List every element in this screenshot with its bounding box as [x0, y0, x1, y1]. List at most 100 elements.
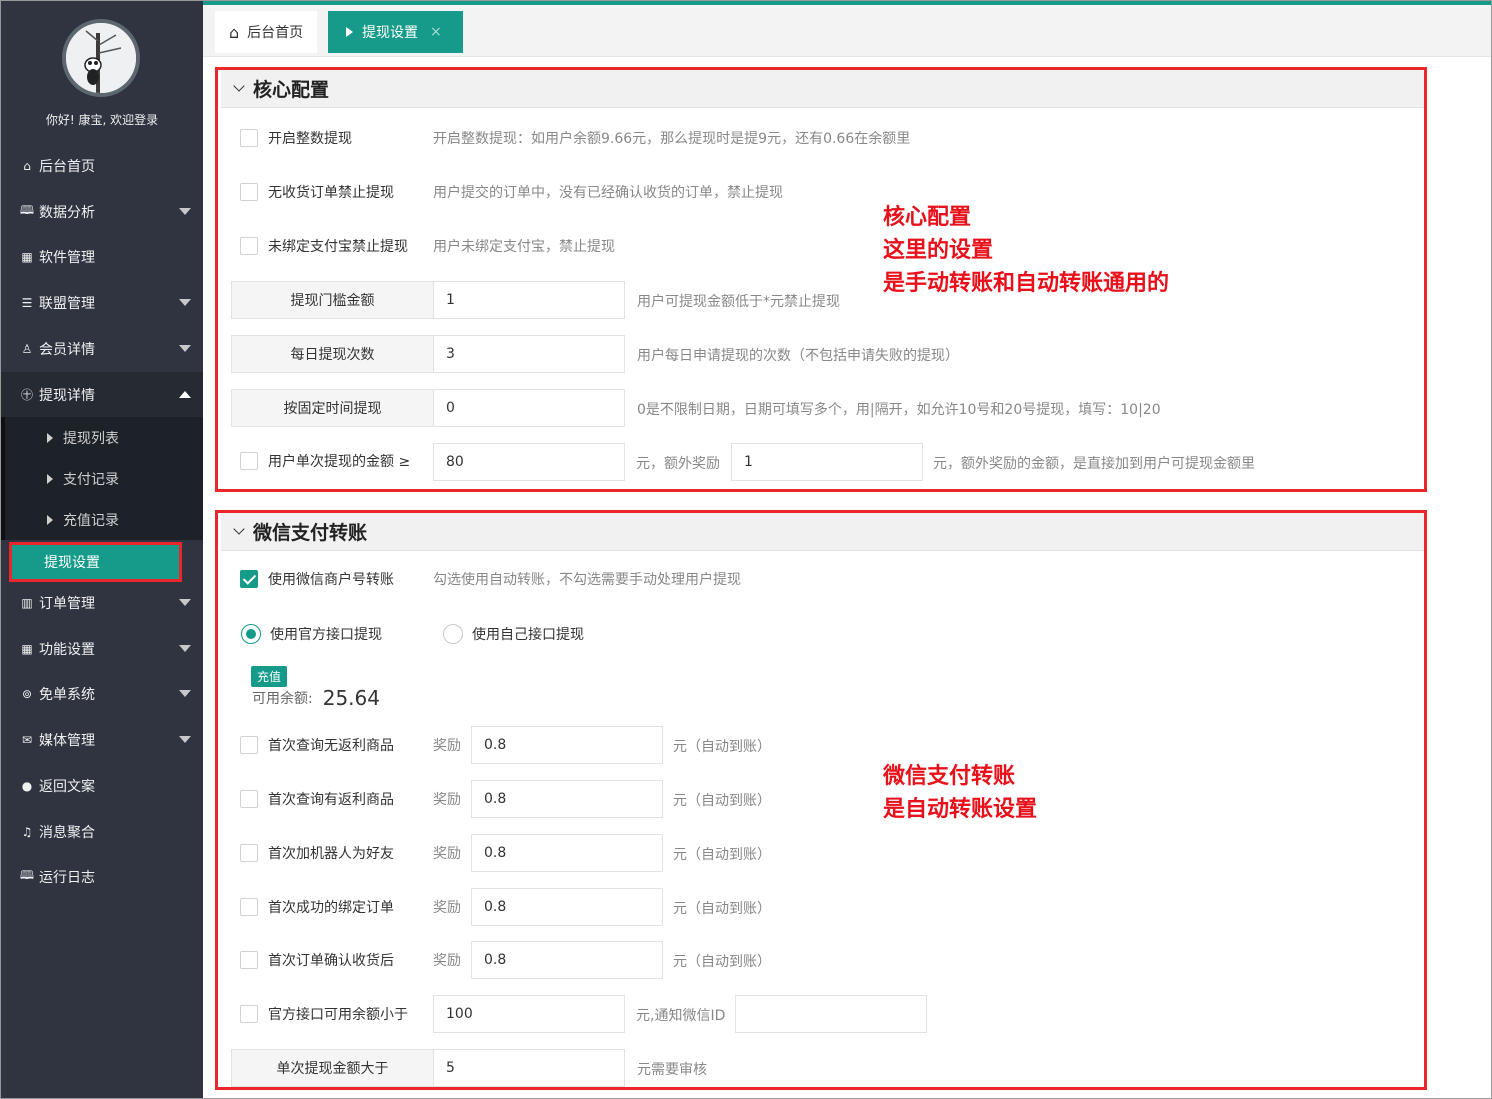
sidebar-item-label: 返回文案 — [39, 778, 95, 795]
field-input[interactable]: 1 — [433, 281, 625, 319]
sidebar-item-label: 消息聚合 — [39, 824, 95, 841]
core-config-header[interactable]: 核心配置 — [221, 70, 1424, 108]
sidebar-item-label: 提现详情 — [39, 387, 95, 404]
reward-prefix: 奖励 — [433, 900, 461, 916]
field-label: 按固定时间提现 — [231, 389, 434, 427]
sidebar-item-10[interactable]: ● 返回文案 — [1, 763, 203, 808]
balance-value: 25.64 — [322, 686, 380, 710]
checkbox[interactable] — [240, 452, 258, 470]
bonus-extra-input[interactable]: 1 — [731, 443, 923, 481]
user-icon: ♙ — [21, 341, 33, 356]
sidebar-item-1[interactable]: 🕮 数据分析 — [1, 189, 203, 234]
annotation-line: 核心配置 — [883, 205, 972, 230]
reward-row: 首次查询无返利商品 奖励 — [240, 736, 461, 754]
sidebar-item-label: 功能设置 — [39, 641, 95, 658]
checkbox[interactable] — [240, 790, 258, 808]
reward-input[interactable]: 0.8 — [471, 941, 663, 979]
recharge-button[interactable]: 充值 — [251, 666, 288, 687]
bonus-label: 用户单次提现的金额 ≥ — [268, 454, 411, 470]
caret-right-icon — [346, 27, 353, 37]
home-icon: ⌂ — [23, 158, 31, 173]
chevron-down-icon — [179, 345, 191, 352]
checkbox[interactable] — [240, 951, 258, 969]
tab-active-label: 提现设置 — [362, 25, 418, 41]
sub-item-withdraw-settings[interactable]: 提现设置 — [9, 542, 182, 582]
checkbox[interactable] — [240, 736, 258, 754]
checkbox[interactable] — [240, 129, 258, 147]
sub-item-0[interactable]: 提现列表 — [9, 417, 207, 458]
checkbox[interactable] — [240, 844, 258, 862]
field-hint: 用户可提现金额低于*元禁止提现 — [637, 294, 840, 310]
radio-official[interactable]: 使用官方接口提现 — [241, 624, 382, 644]
checkbox[interactable] — [240, 183, 258, 201]
checkbox-checked[interactable] — [240, 570, 258, 588]
caret-right-icon — [47, 514, 53, 525]
sidebar-item-7[interactable]: ▦ 功能设置 — [1, 626, 203, 671]
sidebar-item-4[interactable]: ♙ 会员详情 — [1, 326, 203, 371]
radio-own[interactable]: 使用自己接口提现 — [443, 624, 584, 644]
home-icon: ⌂ — [229, 22, 240, 42]
app-frame: 你好! 康宝, 欢迎登录 ⌂ 后台首页 🕮 数据分析 ▦ 软件管理 ☰ 联盟管理 ♙ 会员详情㊉提… — [0, 0, 1492, 1099]
sidebar: 你好! 康宝, 欢迎登录 ⌂ 后台首页 🕮 数据分析 ▦ 软件管理 ☰ 联盟管理 ♙ 会员详情㊉提… — [1, 1, 203, 1098]
book-icon: 🕮 — [19, 203, 35, 217]
low-balance-input[interactable]: 100 — [433, 995, 625, 1033]
field-label: 每日提现次数 — [231, 335, 434, 373]
sidebar-item-3[interactable]: ☰ 联盟管理 — [1, 280, 203, 325]
avatar[interactable] — [62, 19, 140, 97]
reward-suffix: 元（自动到账） — [673, 954, 771, 970]
audit-label: 单次提现金额大于 — [231, 1049, 434, 1087]
bonus-amount-input[interactable]: 80 — [433, 443, 625, 481]
check-hint: 用户未绑定支付宝，禁止提现 — [433, 239, 615, 255]
sub-item-2[interactable]: 充值记录 — [9, 499, 207, 540]
field-input[interactable]: 3 — [433, 335, 625, 373]
chevron-up-icon — [179, 391, 191, 398]
reward-input[interactable]: 0.8 — [471, 888, 663, 926]
sidebar-item-9[interactable]: ✉ 媒体管理 — [1, 717, 203, 762]
reward-suffix: 元（自动到账） — [673, 793, 771, 809]
sub-item-label: 提现设置 — [44, 555, 100, 571]
reward-row: 首次查询有返利商品 奖励 — [240, 790, 461, 808]
tab-home[interactable]: ⌂ 后台首页 — [215, 11, 318, 53]
sidebar-item-5[interactable]: ㊉提现详情 — [1, 372, 203, 417]
reward-label: 首次加机器人为好友 — [268, 846, 394, 862]
sidebar-item-label: 订单管理 — [39, 595, 95, 612]
sidebar-item-2[interactable]: ▦ 软件管理 — [1, 234, 203, 279]
checkbox[interactable] — [240, 898, 258, 916]
reward-input[interactable]: 0.8 — [471, 726, 663, 764]
use-merchant-label: 使用微信商户号转账 — [268, 572, 394, 588]
table-icon: ▥ — [21, 595, 33, 610]
sidebar-item-0[interactable]: ⌂ 后台首页 — [1, 143, 203, 188]
low-balance-label: 官方接口可用余额小于 — [268, 1007, 408, 1023]
reward-input[interactable]: 0.8 — [471, 834, 663, 872]
field-input[interactable]: 0 — [433, 389, 625, 427]
radio-label: 使用官方接口提现 — [270, 627, 382, 643]
sidebar-item-11[interactable]: ♫ 消息聚合 — [1, 809, 203, 854]
core-check-row: 无收货订单禁止提现 用户提交的订单中，没有已经确认收货的订单，禁止提现 — [240, 183, 783, 201]
grid-icon: ▦ — [21, 249, 33, 264]
reward-label: 首次成功的绑定订单 — [268, 900, 394, 916]
low-balance-mid: 元,通知微信ID — [636, 1008, 726, 1024]
radio-label: 使用自己接口提现 — [472, 627, 584, 643]
annotation-line: 微信支付转账 — [883, 764, 1016, 789]
sidebar-item-6[interactable]: ▥ 订单管理 — [1, 580, 203, 625]
tab-withdraw-settings[interactable]: 提现设置 × — [328, 11, 463, 53]
reward-row: 首次成功的绑定订单 奖励 — [240, 898, 461, 916]
audit-input[interactable]: 5 — [433, 1049, 625, 1087]
wechat-id-input[interactable] — [735, 995, 927, 1033]
sidebar-item-12[interactable]: 🕮 运行日志 — [1, 854, 203, 899]
audit-hint: 元需要审核 — [637, 1062, 707, 1078]
checkbox[interactable] — [240, 237, 258, 255]
reward-input[interactable]: 0.8 — [471, 780, 663, 818]
sub-nav: 提现列表 支付记录 充值记录 — [1, 417, 203, 540]
sub-item-1[interactable]: 支付记录 — [9, 458, 207, 499]
close-icon[interactable]: × — [430, 24, 442, 40]
annotation-line: 是手动转账和自动转账通用的 — [883, 271, 1170, 296]
sidebar-item-8[interactable]: ⊚ 免单系统 — [1, 671, 203, 716]
log-icon: 🕮 — [19, 868, 35, 882]
radio-button-selected[interactable] — [241, 624, 261, 644]
wechat-transfer-header[interactable]: 微信支付转账 — [221, 513, 1424, 551]
reward-label: 首次查询无返利商品 — [268, 738, 394, 754]
checkbox[interactable] — [240, 1005, 258, 1023]
field-label: 提现门槛金额 — [231, 281, 434, 319]
radio-button[interactable] — [443, 624, 463, 644]
